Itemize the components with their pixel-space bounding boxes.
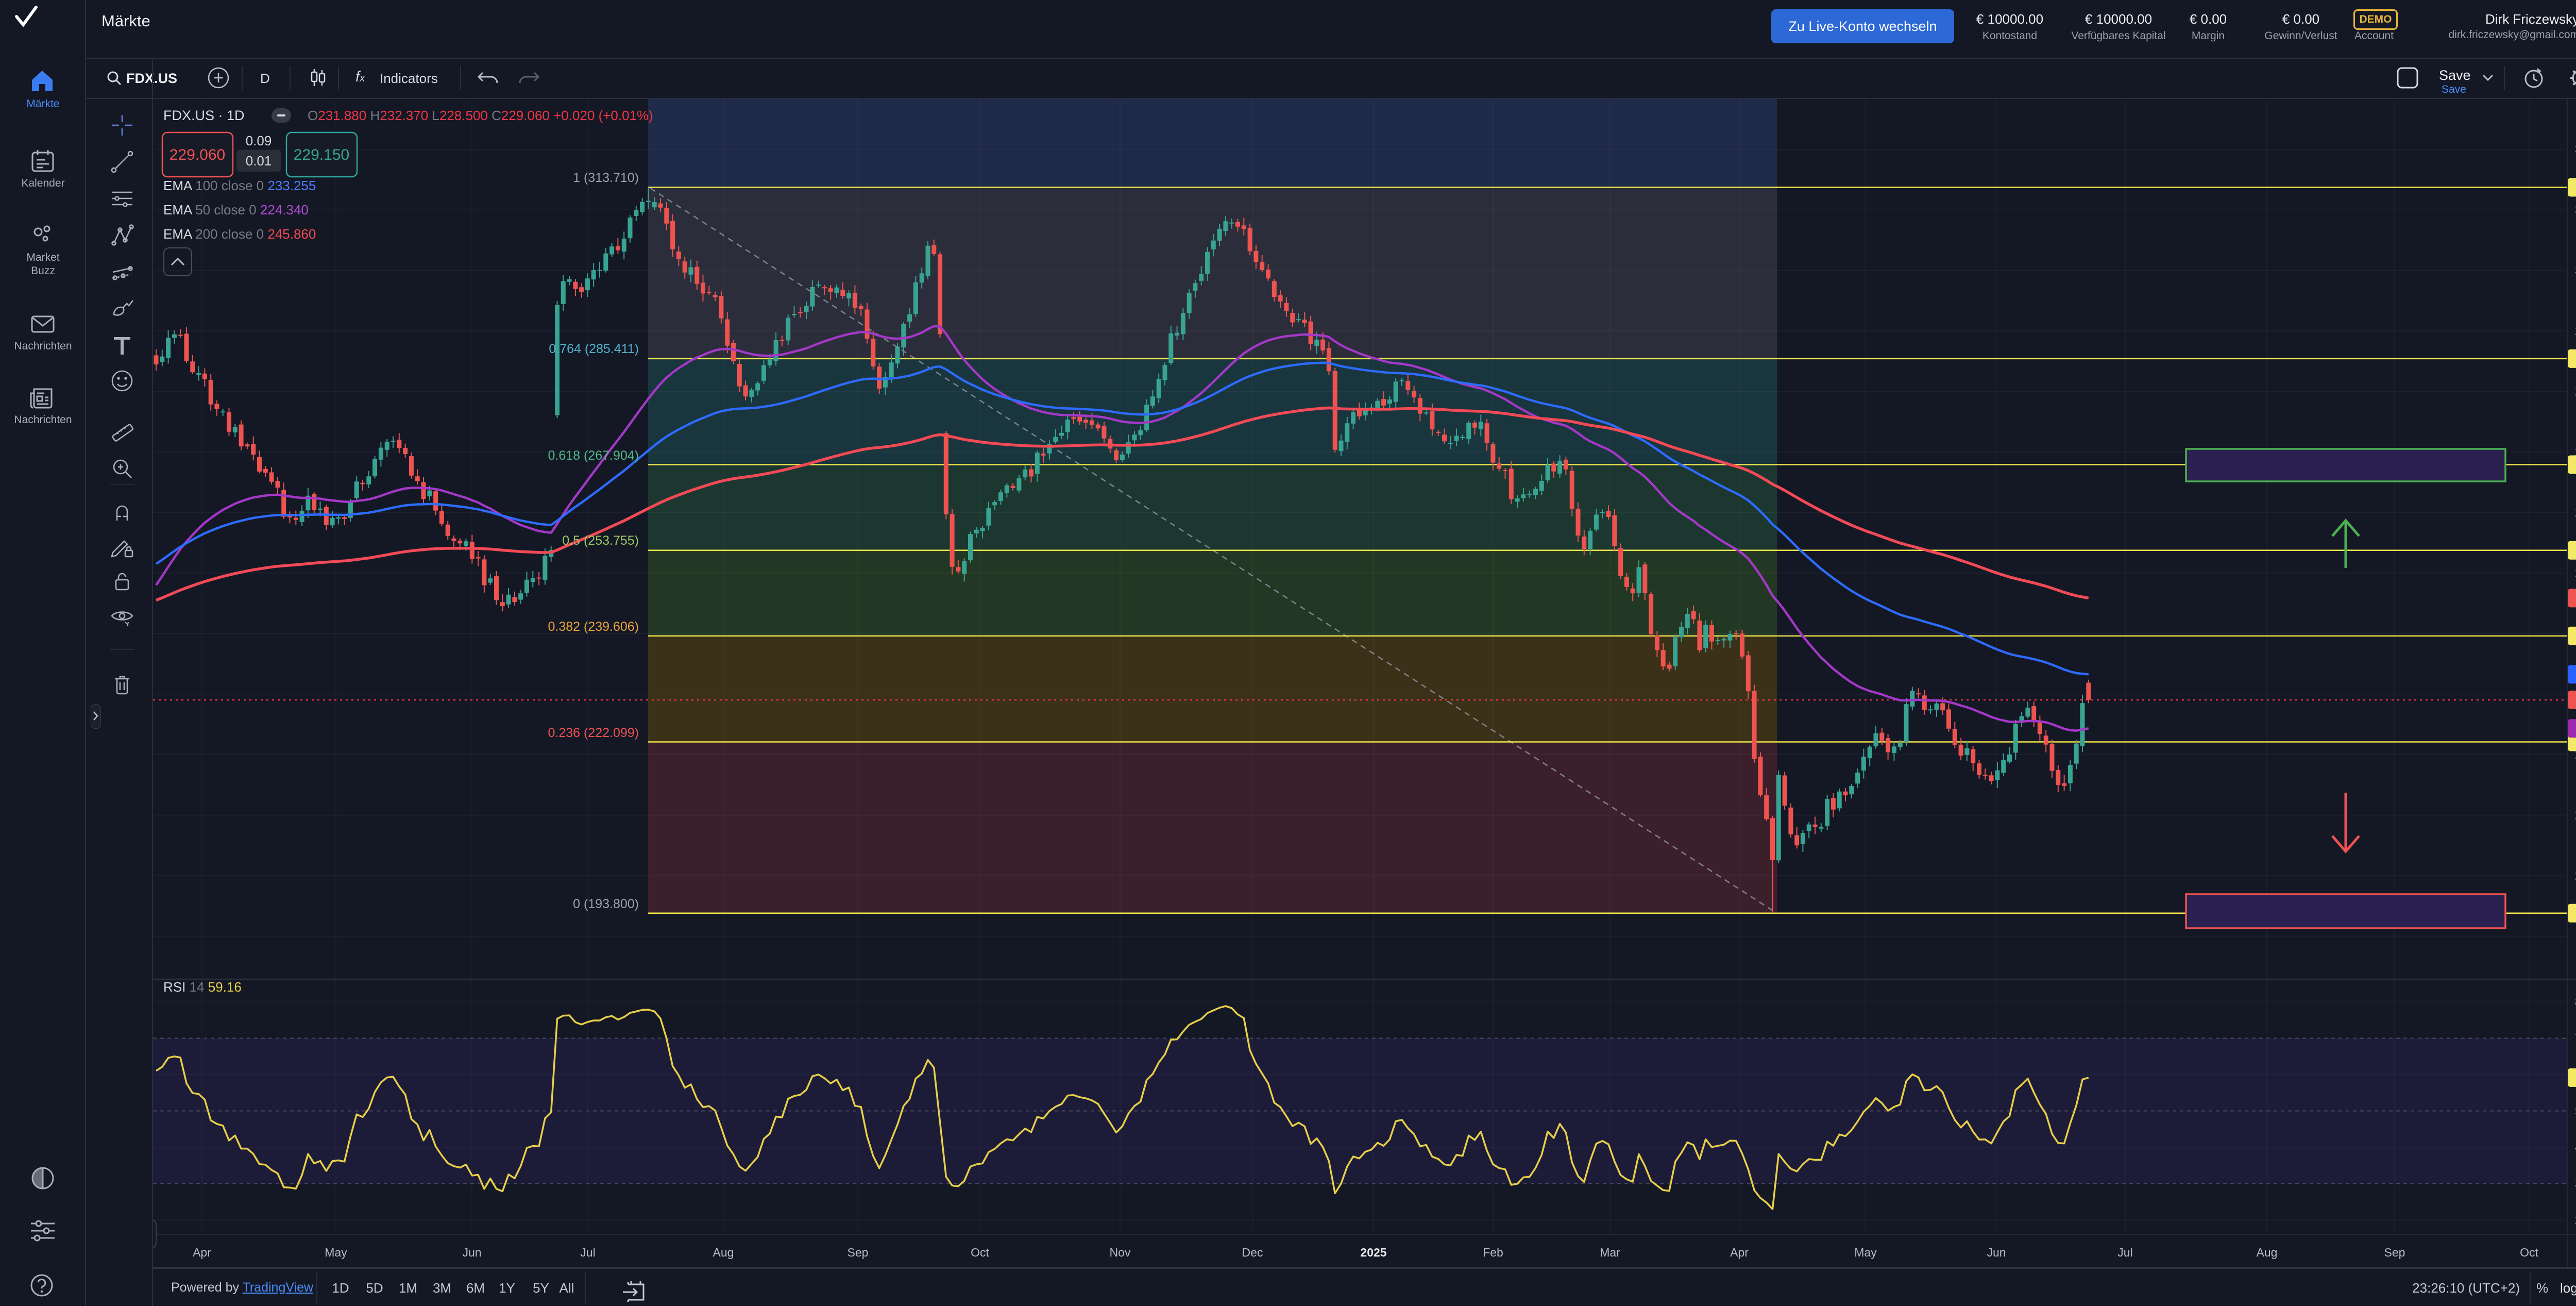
svg-text:EMA 200 close 0 245.860: EMA 200 close 0 245.860	[163, 226, 316, 242]
svg-text:0.382 (239.606): 0.382 (239.606)	[548, 619, 639, 634]
svg-text:Sep: Sep	[848, 1246, 869, 1259]
svg-text:EMA 100 close 0 233.255: EMA 100 close 0 233.255	[163, 178, 316, 193]
svg-text:0 (193.800): 0 (193.800)	[573, 897, 639, 911]
svg-text:0.09: 0.09	[246, 133, 272, 148]
svg-text:O231.880 H232.370 L228.500: O231.880 H232.370 L228.500 C229.060 +0.0…	[308, 108, 653, 123]
svg-text:Aug: Aug	[2257, 1246, 2278, 1259]
svg-text:0.618 (267.904): 0.618 (267.904)	[548, 448, 639, 463]
svg-text:May: May	[325, 1246, 347, 1259]
svg-text:2025: 2025	[1360, 1246, 1386, 1259]
svg-text:Sep: Sep	[2384, 1246, 2405, 1259]
svg-text:Apr: Apr	[1730, 1246, 1749, 1259]
svg-text:1 (313.710): 1 (313.710)	[573, 171, 639, 185]
svg-text:Dec: Dec	[1242, 1246, 1263, 1259]
svg-text:Apr: Apr	[193, 1246, 211, 1259]
svg-text:Jun: Jun	[462, 1246, 481, 1259]
svg-text:0.236 (222.099): 0.236 (222.099)	[548, 726, 639, 740]
svg-text:229.060: 229.060	[170, 146, 225, 163]
svg-text:Aug: Aug	[713, 1246, 734, 1259]
svg-text:0.5 (253.755): 0.5 (253.755)	[562, 533, 639, 548]
svg-text:Oct: Oct	[971, 1246, 989, 1259]
svg-text:FDX.US · 1D: FDX.US · 1D	[163, 108, 245, 123]
svg-text:0.764 (285.411): 0.764 (285.411)	[549, 342, 639, 356]
svg-text:Nov: Nov	[1110, 1246, 1131, 1259]
svg-text:Oct: Oct	[2520, 1246, 2538, 1259]
svg-text:May: May	[1854, 1246, 1877, 1259]
svg-text:Feb: Feb	[1483, 1246, 1503, 1259]
svg-text:Mar: Mar	[1600, 1246, 1620, 1259]
svg-text:EMA 50 close 0 224.340: EMA 50 close 0 224.340	[163, 202, 309, 217]
svg-text:Jul: Jul	[2117, 1246, 2132, 1259]
svg-text:229.150: 229.150	[294, 146, 349, 163]
svg-text:0.01: 0.01	[246, 153, 272, 169]
svg-text:RSI 14 59.16: RSI 14 59.16	[163, 979, 242, 995]
svg-text:Jun: Jun	[1987, 1246, 2006, 1259]
svg-text:Jul: Jul	[580, 1246, 595, 1259]
